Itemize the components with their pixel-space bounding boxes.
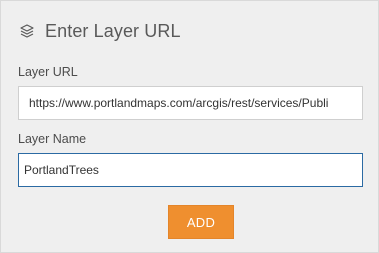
layer-url-label: Layer URL — [18, 65, 78, 79]
layers-icon — [18, 22, 36, 40]
add-layer-panel: Enter Layer URL Layer URL Layer Name ADD — [0, 0, 379, 253]
layer-name-input[interactable] — [18, 153, 363, 187]
add-button[interactable]: ADD — [168, 205, 234, 239]
layer-url-input[interactable] — [18, 86, 363, 120]
panel-header: Enter Layer URL — [18, 17, 181, 45]
panel-title: Enter Layer URL — [45, 20, 181, 41]
layer-name-label: Layer Name — [18, 132, 87, 146]
